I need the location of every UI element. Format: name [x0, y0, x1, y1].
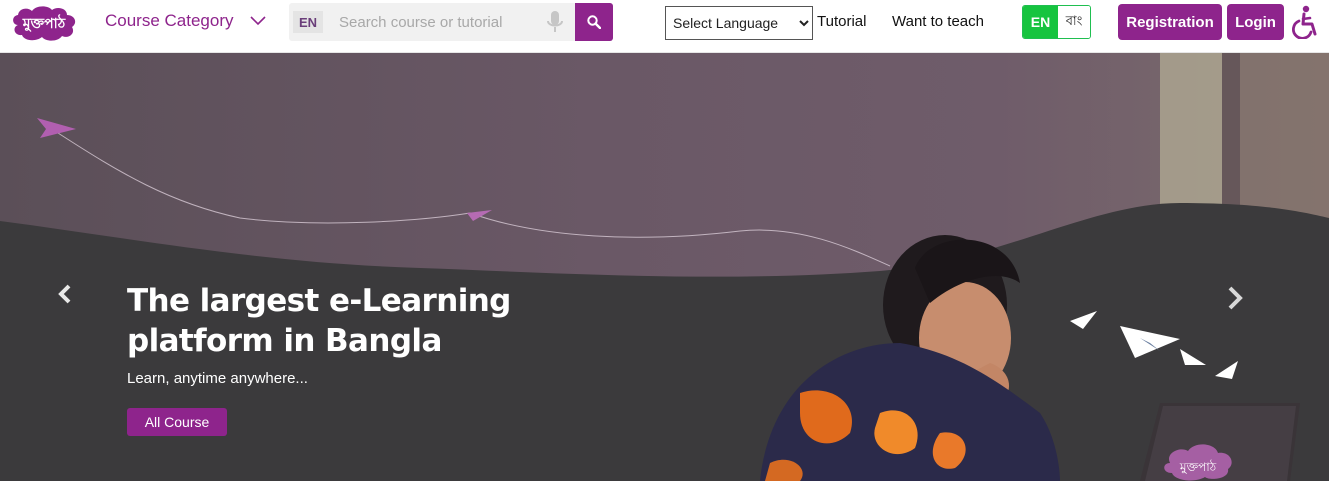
- top-navbar: মুক্তপাঠ Course Category EN Select Langu…: [0, 0, 1329, 53]
- registration-button[interactable]: Registration: [1118, 4, 1222, 40]
- all-course-button[interactable]: All Course: [127, 408, 227, 436]
- chevron-left-icon: [58, 284, 71, 304]
- language-toggle-en[interactable]: EN: [1023, 6, 1058, 38]
- chevron-right-icon: [1228, 286, 1243, 310]
- search-bar: EN: [289, 3, 613, 41]
- search-language-tag[interactable]: EN: [293, 11, 323, 33]
- nav-tutorial-link[interactable]: Tutorial: [817, 13, 866, 30]
- wheelchair-icon[interactable]: [1290, 5, 1318, 39]
- paper-plane-large: [37, 118, 76, 138]
- carousel-prev-button[interactable]: [55, 283, 75, 305]
- hero-subtitle: Learn, anytime anywhere...: [127, 370, 308, 387]
- chevron-down-icon: [249, 16, 266, 26]
- login-button[interactable]: Login: [1227, 4, 1284, 40]
- search-button[interactable]: [575, 3, 613, 41]
- site-logo[interactable]: মুক্তপাঠ: [8, 5, 80, 42]
- laptop-illustration: মুক্তপাঠ: [1140, 403, 1300, 481]
- plane-trail: [57, 132, 891, 267]
- language-toggle: EN বাং: [1022, 5, 1091, 39]
- microphone-icon[interactable]: [547, 11, 563, 33]
- laptop-logo-text: মুক্তপাঠ: [1179, 460, 1217, 475]
- search-input[interactable]: [339, 9, 529, 35]
- nav-want-to-teach-link[interactable]: Want to teach: [892, 13, 984, 30]
- logo-text: মুক্তপাঠ: [22, 14, 66, 32]
- language-toggle-bn[interactable]: বাং: [1058, 6, 1090, 38]
- language-select[interactable]: Select Language: [665, 6, 813, 40]
- search-icon: [587, 15, 601, 29]
- hero-carousel: মুক্তপাঠ The largest e-Learning platform…: [0, 53, 1329, 481]
- hero-title: The largest e-Learning platform in Bangl…: [127, 283, 511, 359]
- course-category-dropdown[interactable]: Course Category: [105, 11, 266, 31]
- course-category-label: Course Category: [105, 11, 234, 30]
- carousel-next-button[interactable]: [1224, 285, 1246, 311]
